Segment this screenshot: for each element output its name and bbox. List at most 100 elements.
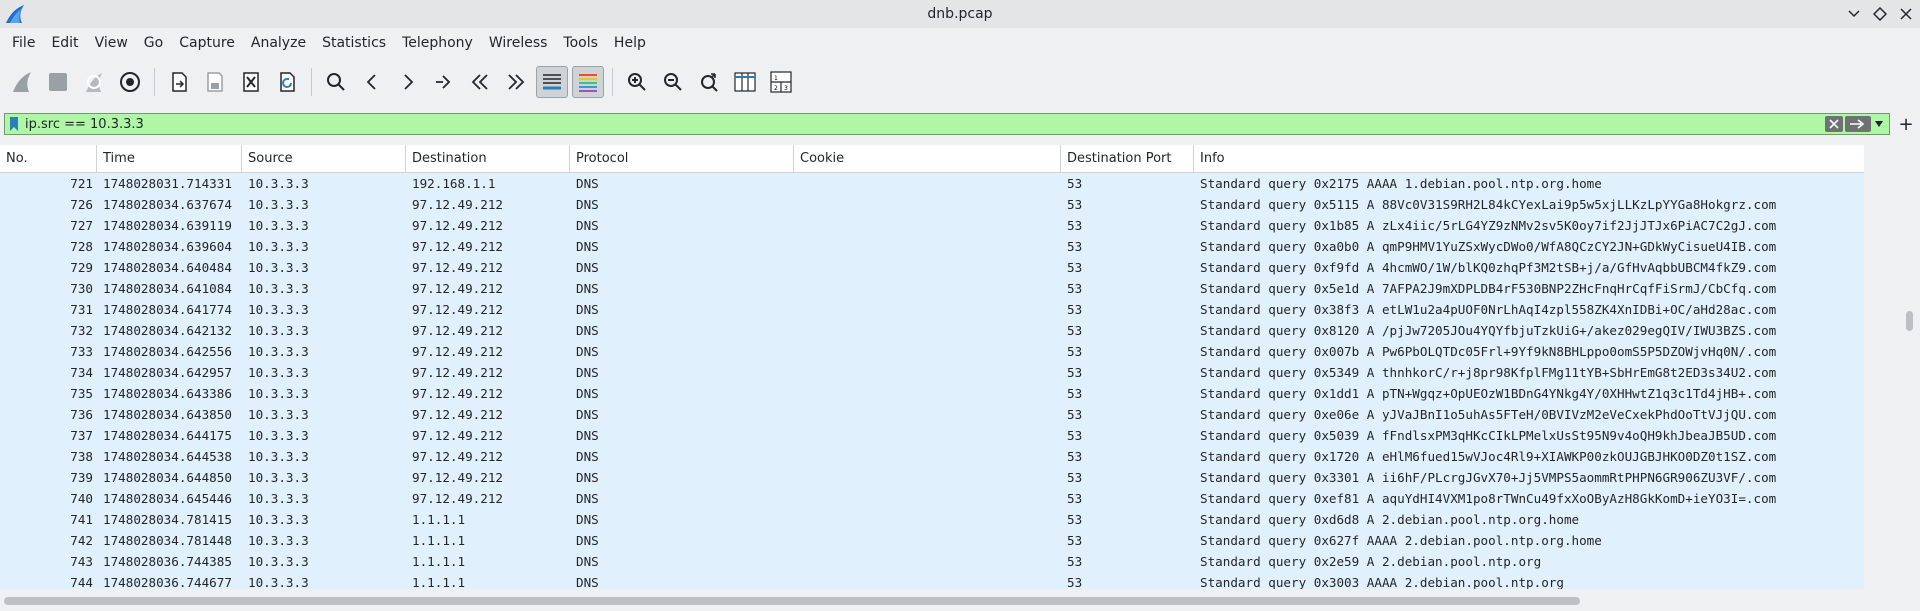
- column-header-destination-port[interactable]: Destination Port: [1061, 145, 1194, 173]
- stop-capture-button[interactable]: [42, 66, 74, 98]
- table-row[interactable]: 738 1748028034.644538 10.3.3.3 97.12.49.212…: [0, 446, 1864, 467]
- column-header-no[interactable]: No.: [0, 145, 97, 173]
- find-packet-button[interactable]: [320, 66, 352, 98]
- minimize-button[interactable]: [1844, 3, 1864, 25]
- table-row[interactable]: 732 1748028034.642132 10.3.3.3 97.12.49.212…: [0, 320, 1864, 341]
- table-row[interactable]: 736 1748028034.643850 10.3.3.3 97.12.49.212…: [0, 404, 1864, 425]
- autoscroll-button[interactable]: [536, 66, 568, 98]
- packet-source: 10.3.3.3: [248, 218, 309, 233]
- maximize-button[interactable]: [1870, 3, 1890, 25]
- display-filter-input[interactable]: ip.src == 10.3.3.3: [4, 113, 1890, 135]
- menu-telephony[interactable]: Telephony: [394, 28, 481, 58]
- packet-destination: 97.12.49.212: [412, 407, 503, 422]
- restart-capture-button[interactable]: [78, 66, 110, 98]
- menu-file[interactable]: File: [4, 28, 43, 58]
- packet-time: 1748028034.642957: [103, 365, 232, 380]
- packet-source: 10.3.3.3: [248, 407, 309, 422]
- table-row[interactable]: 734 1748028034.642957 10.3.3.3 97.12.49.212…: [0, 362, 1864, 383]
- table-row[interactable]: 733 1748028034.642556 10.3.3.3 97.12.49.212…: [0, 341, 1864, 362]
- packet-time: 1748028034.781448: [103, 533, 232, 548]
- go-to-packet-button[interactable]: [428, 66, 460, 98]
- chevron-down-icon: [1848, 10, 1860, 18]
- capture-options-button[interactable]: [114, 66, 146, 98]
- packet-number: 730: [70, 281, 93, 296]
- packet-protocol: DNS: [576, 197, 599, 212]
- layout-button[interactable]: 1 23: [765, 66, 797, 98]
- menu-analyze[interactable]: Analyze: [243, 28, 314, 58]
- packet-source: 10.3.3.3: [248, 386, 309, 401]
- menu-go[interactable]: Go: [136, 28, 171, 58]
- table-row[interactable]: 728 1748028034.639604 10.3.3.3 97.12.49.212…: [0, 236, 1864, 257]
- recent-filters-dropdown[interactable]: [1873, 116, 1885, 132]
- menu-edit[interactable]: Edit: [43, 28, 86, 58]
- column-header-source[interactable]: Source: [242, 145, 406, 173]
- column-header-info[interactable]: Info: [1194, 145, 1864, 173]
- add-filter-button[interactable]: +: [1896, 114, 1916, 135]
- table-row[interactable]: 727 1748028034.639119 10.3.3.3 97.12.49.212…: [0, 215, 1864, 236]
- horizontal-scrollbar[interactable]: [0, 589, 1920, 611]
- packet-destination: 97.12.49.212: [412, 302, 503, 317]
- first-packet-button[interactable]: [464, 66, 496, 98]
- apply-filter-button[interactable]: [1845, 116, 1871, 132]
- table-row[interactable]: 731 1748028034.641774 10.3.3.3 97.12.49.212…: [0, 299, 1864, 320]
- column-header-destination[interactable]: Destination: [406, 145, 570, 173]
- horizontal-scroll-thumb[interactable]: [4, 597, 1580, 605]
- packet-list-header: No. Time Source Destination Protocol Coo…: [0, 145, 1864, 173]
- packet-protocol: DNS: [576, 449, 599, 464]
- packet-number: 733: [70, 344, 93, 359]
- menu-help[interactable]: Help: [606, 28, 654, 58]
- menu-wireless[interactable]: Wireless: [481, 28, 556, 58]
- column-header-protocol[interactable]: Protocol: [570, 145, 794, 173]
- table-row[interactable]: 741 1748028034.781415 10.3.3.3 1.1.1.1 DNS 53…: [0, 509, 1864, 530]
- menu-view[interactable]: View: [87, 28, 136, 58]
- packet-destination-port: 53: [1067, 365, 1083, 380]
- colorize-button[interactable]: [572, 66, 604, 98]
- packet-destination: 97.12.49.212: [412, 218, 503, 233]
- packet-destination: 97.12.49.212: [412, 386, 503, 401]
- filter-bookmark-button[interactable]: [7, 114, 21, 134]
- table-row[interactable]: 743 1748028036.744385 10.3.3.3 1.1.1.1 DNS 53…: [0, 551, 1864, 572]
- vertical-scroll-thumb[interactable]: [1906, 311, 1913, 331]
- packet-destination: 1.1.1.1: [412, 533, 466, 548]
- open-file-button[interactable]: [163, 66, 195, 98]
- menu-capture[interactable]: Capture: [171, 28, 243, 58]
- close-file-button[interactable]: [235, 66, 267, 98]
- table-row[interactable]: 737 1748028034.644175 10.3.3.3 97.12.49.212…: [0, 425, 1864, 446]
- menu-statistics[interactable]: Statistics: [314, 28, 394, 58]
- table-row[interactable]: 742 1748028034.781448 10.3.3.3 1.1.1.1 DNS 53…: [0, 530, 1864, 551]
- packet-source: 10.3.3.3: [248, 323, 309, 338]
- zoom-in-button[interactable]: [621, 66, 653, 98]
- start-capture-icon: [13, 72, 31, 92]
- go-back-button[interactable]: [356, 66, 388, 98]
- last-packet-button[interactable]: [500, 66, 532, 98]
- table-row[interactable]: 729 1748028034.640484 10.3.3.3 97.12.49.212…: [0, 257, 1864, 278]
- zoom-out-button[interactable]: [657, 66, 689, 98]
- packet-time: 1748028034.643386: [103, 386, 232, 401]
- packet-cookie: [794, 362, 1061, 383]
- table-row[interactable]: 726 1748028034.637674 10.3.3.3 97.12.49.212…: [0, 194, 1864, 215]
- table-row[interactable]: 740 1748028034.645446 10.3.3.3 97.12.49.212…: [0, 488, 1864, 509]
- resize-columns-button[interactable]: [729, 66, 761, 98]
- save-file-button[interactable]: [199, 66, 231, 98]
- reload-file-button[interactable]: [271, 66, 303, 98]
- packet-time: 1748028034.640484: [103, 260, 232, 275]
- close-button[interactable]: [1896, 3, 1916, 25]
- table-row[interactable]: 739 1748028034.644850 10.3.3.3 97.12.49.212…: [0, 467, 1864, 488]
- table-row[interactable]: 730 1748028034.641084 10.3.3.3 97.12.49.212…: [0, 278, 1864, 299]
- packet-time: 1748028034.644538: [103, 449, 232, 464]
- packet-time: 1748028034.781415: [103, 512, 232, 527]
- clear-filter-button[interactable]: [1825, 116, 1843, 132]
- packet-source: 10.3.3.3: [248, 428, 309, 443]
- column-header-cookie[interactable]: Cookie: [794, 145, 1061, 173]
- column-header-time[interactable]: Time: [97, 145, 242, 173]
- start-capture-button[interactable]: [6, 66, 38, 98]
- vertical-scrollbar[interactable]: [1864, 145, 1920, 588]
- go-forward-button[interactable]: [392, 66, 424, 98]
- menu-tools[interactable]: Tools: [555, 28, 606, 58]
- table-row[interactable]: 735 1748028034.643386 10.3.3.3 97.12.49.212…: [0, 383, 1864, 404]
- normal-size-button[interactable]: [693, 66, 725, 98]
- table-row[interactable]: 721 1748028031.714331 10.3.3.3 192.168.1.1 D…: [0, 173, 1864, 194]
- packet-protocol: DNS: [576, 323, 599, 338]
- packet-number: 738: [70, 449, 93, 464]
- packet-number: 734: [70, 365, 93, 380]
